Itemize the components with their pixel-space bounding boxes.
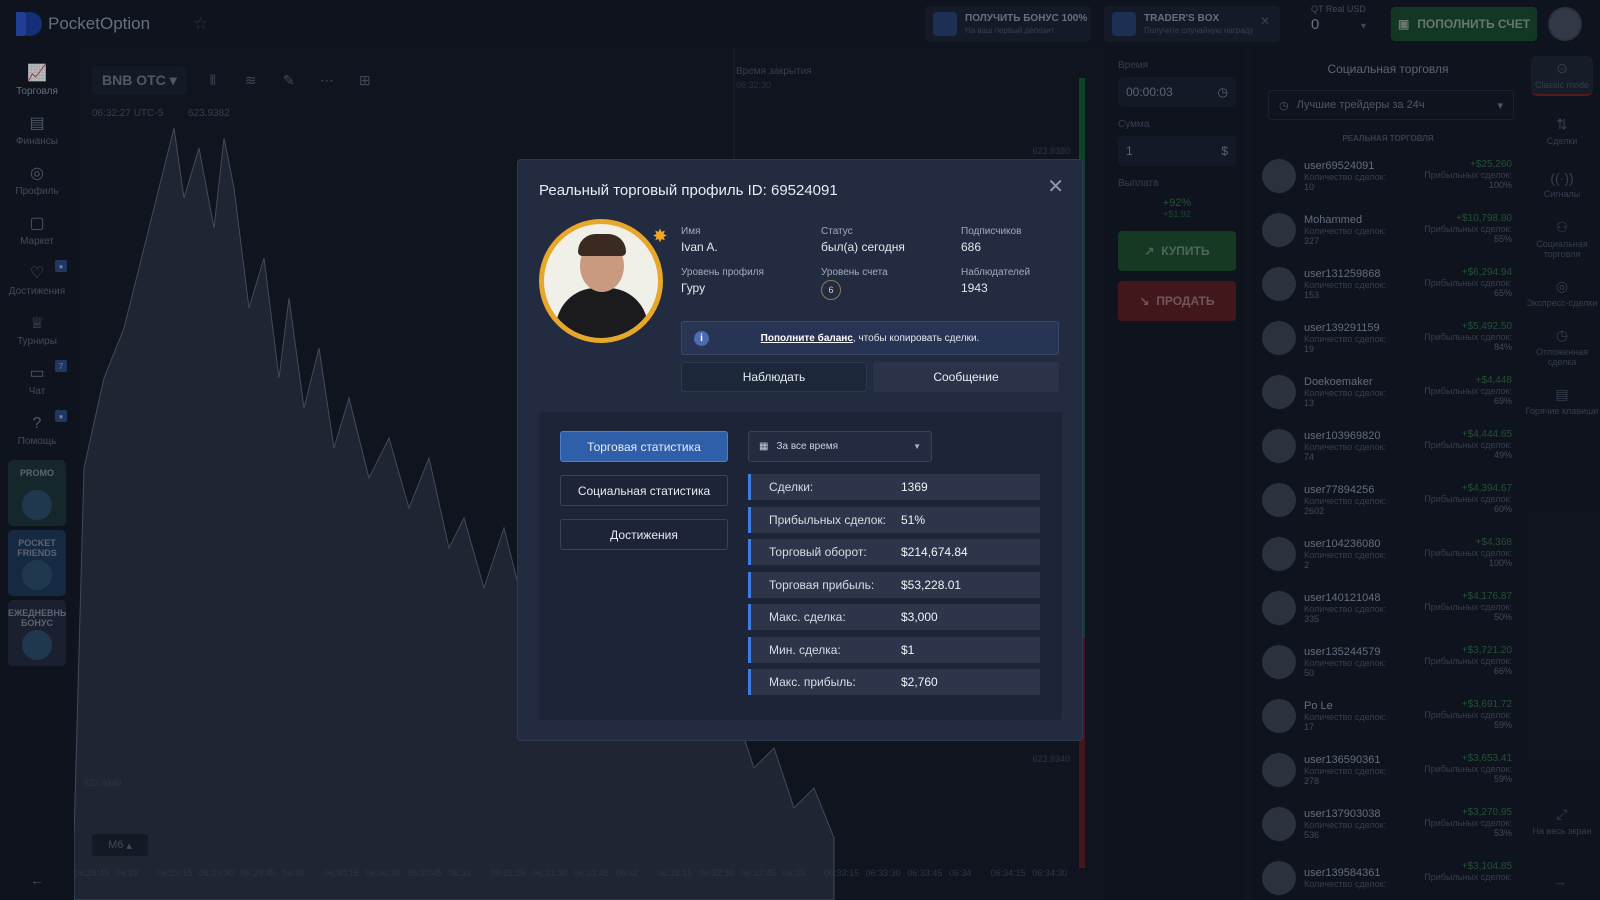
modal-title: Реальный торговый профиль ID: 69524091 [539, 182, 838, 199]
stat-label: Макс. сделка: [769, 610, 846, 624]
stat-value: $1 [901, 642, 915, 657]
notice-text: , чтобы копировать сделки. [852, 332, 980, 344]
chevron-down-icon: ▼ [913, 442, 921, 451]
tab-social-stats[interactable]: Социальная статистика [560, 475, 728, 506]
stat-value: 51% [901, 512, 926, 527]
account-level-block: Уровень счета 6 [821, 267, 888, 300]
watchers-label: Наблюдателей [961, 267, 1031, 278]
subscribers-value: 686 [961, 240, 982, 254]
stats-list: Сделки: 1369 Прибыльных сделок: 51% Торговый… [748, 474, 1040, 702]
stats-panel: Торговая статистика Социальная статистик… [539, 412, 1062, 720]
close-icon[interactable]: ✕ [1047, 174, 1064, 199]
stat-row: Макс. сделка: $3,000 [748, 604, 1040, 630]
name-value: Ivan A. [681, 240, 718, 254]
subscribers-block: Подписчиков 686 [961, 226, 1021, 254]
top-up-link[interactable]: Пополните баланс [761, 333, 853, 344]
stat-value: 1369 [901, 480, 928, 494]
avatar-body [556, 288, 648, 338]
name-label: Имя [681, 226, 701, 237]
stat-value: $53,228.01 [901, 577, 962, 592]
status-block: Статус был(а) сегодня [821, 226, 905, 254]
trader-profile-modal: Реальный торговый профиль ID: 69524091 ✕… [517, 159, 1083, 741]
stat-label: Мин. сделка: [769, 642, 841, 657]
tab-trading-stats[interactable]: Торговая статистика [560, 431, 728, 462]
stat-value: $2,760 [901, 675, 938, 689]
stat-row: Мин. сделка: $1 [748, 636, 1040, 663]
stat-label: Торговый оборот: [769, 545, 867, 559]
stat-row: Торговая прибыль: $53,228.01 [748, 571, 1040, 598]
stat-value: $3,000 [901, 610, 938, 624]
guru-medal-icon: ✸ [648, 224, 672, 248]
watch-button[interactable]: Наблюдать [681, 362, 867, 392]
account-level-label: Уровень счета [821, 267, 888, 278]
profile-level-label: Уровень профиля [681, 267, 764, 278]
period-select[interactable]: ▦ За все время ▼ [748, 431, 932, 462]
profile-level-value: Гуру [681, 281, 706, 295]
stat-label: Сделки: [769, 480, 814, 494]
status-value: был(а) сегодня [821, 240, 905, 254]
stat-label: Прибыльных сделок: [769, 512, 887, 527]
stat-value: $214,674.84 [901, 545, 968, 559]
calendar-icon: ▦ [759, 441, 769, 452]
stat-row: Макс. прибыль: $2,760 [748, 669, 1040, 695]
stat-label: Макс. прибыль: [769, 675, 856, 689]
name-block: Имя Ivan A. [681, 226, 718, 254]
stat-row: Сделки: 1369 [748, 474, 1040, 500]
deposit-notice: i Пополните баланс, чтобы копировать сде… [681, 321, 1059, 355]
message-button[interactable]: Сообщение [873, 362, 1059, 392]
subscribers-label: Подписчиков [961, 226, 1022, 237]
tab-achievements[interactable]: Достижения [560, 519, 728, 550]
profile-level-block: Уровень профиля Гуру [681, 267, 764, 295]
stat-row: Торговый оборот: $214,674.84 [748, 539, 1040, 565]
avatar-hair [578, 234, 626, 256]
watchers-block: Наблюдателей 1943 [961, 267, 1030, 295]
status-label: Статус [821, 226, 853, 237]
watchers-value: 1943 [961, 281, 988, 295]
stat-row: Прибыльных сделок: 51% [748, 506, 1040, 533]
period-value: За все время [776, 441, 839, 452]
info-icon: i [694, 331, 709, 346]
profile-avatar [539, 219, 663, 343]
stat-label: Торговая прибыль: [769, 577, 875, 592]
account-level-badge: 6 [821, 280, 841, 300]
